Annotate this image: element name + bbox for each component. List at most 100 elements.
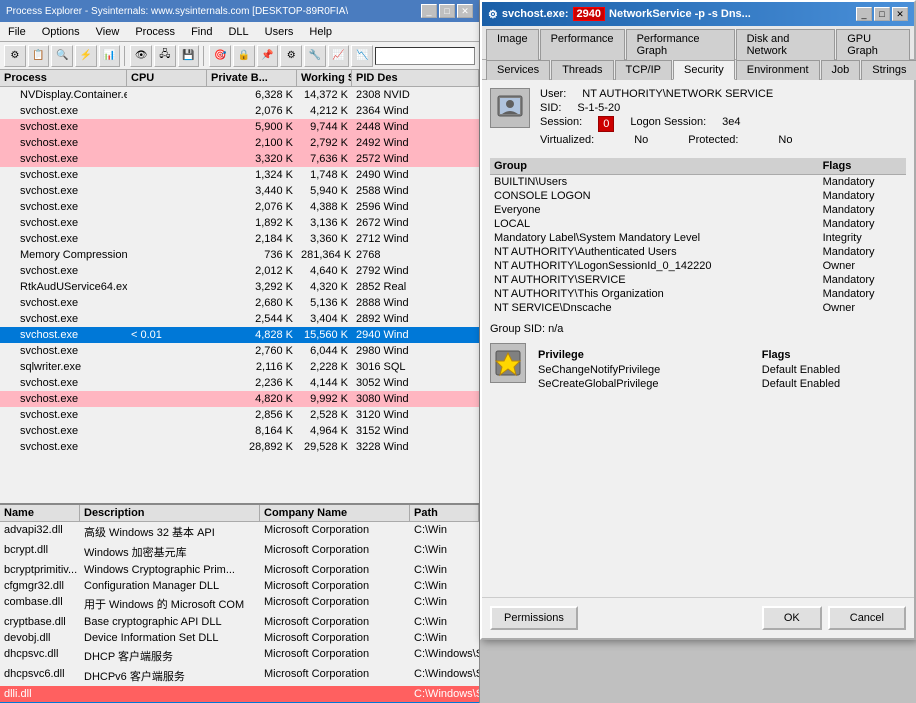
toolbar-btn-9[interactable]: 🎯 (209, 45, 231, 67)
toolbar-btn-3[interactable]: 🔍 (51, 45, 73, 67)
table-row[interactable]: svchost.exe 2,012 K 4,640 K 2792 Wind (0, 263, 479, 279)
dialog-close-btn[interactable]: ✕ (892, 7, 908, 21)
table-row[interactable]: svchost.exe 5,900 K 9,744 K 2448 Wind (0, 119, 479, 135)
process-private-cell: 2,184 K (207, 232, 297, 246)
list-item[interactable]: dlli.dll C:\Windows\System32\dlli.dll (0, 686, 479, 702)
list-item[interactable]: cfgmgr32.dll Configuration Manager DLL M… (0, 578, 479, 594)
menu-view[interactable]: View (92, 25, 124, 39)
list-item[interactable]: bcryptprimitiv... Windows Cryptographic … (0, 562, 479, 578)
maximize-btn[interactable]: □ (439, 4, 455, 18)
tab-threads[interactable]: Threads (551, 60, 613, 80)
group-name-cell: Everyone (490, 203, 819, 217)
table-row[interactable]: NVDisplay.Container.exe 6,328 K 14,372 K… (0, 87, 479, 103)
header-pid[interactable]: PID Des (352, 70, 479, 86)
table-row[interactable]: svchost.exe 4,820 K 9,992 K 3080 Wind (0, 391, 479, 407)
table-row[interactable]: Memory Compression 736 K 281,364 K 2768 (0, 247, 479, 263)
list-item[interactable]: cryptbase.dll Base cryptographic API DLL… (0, 614, 479, 630)
tab-performance-graph[interactable]: Performance Graph (626, 29, 735, 60)
toolbar-btn-14[interactable]: 📈 (328, 45, 350, 67)
process-working-cell: 7,636 K (297, 152, 352, 166)
menu-help[interactable]: Help (305, 25, 336, 39)
dll-col-company[interactable]: Company Name (260, 505, 410, 521)
toolbar-btn-15[interactable]: 📉 (351, 45, 373, 67)
table-row[interactable]: svchost.exe 2,076 K 4,212 K 2364 Wind (0, 103, 479, 119)
table-row[interactable]: svchost.exe 28,892 K 29,528 K 3228 Wind (0, 439, 479, 455)
menu-dll[interactable]: DLL (224, 25, 252, 39)
dll-path-cell: C:\Windows\System32\dhcpsvc6.dll (410, 647, 479, 665)
header-working[interactable]: Working Set (297, 70, 352, 86)
list-item[interactable]: devobj.dll Device Information Set DLL Mi… (0, 630, 479, 646)
dll-col-path[interactable]: Path (410, 505, 479, 521)
table-row[interactable]: sqlwriter.exe 2,116 K 2,228 K 3016 SQL (0, 359, 479, 375)
menu-users[interactable]: Users (261, 25, 298, 39)
tab-disk-network[interactable]: Disk and Network (736, 29, 836, 60)
cancel-button[interactable]: Cancel (828, 606, 906, 630)
group-row: Mandatory Label\System Mandatory Level I… (490, 231, 906, 245)
table-row[interactable]: RtkAudUService64.exe 3,292 K 4,320 K 285… (0, 279, 479, 295)
table-row[interactable]: svchost.exe 2,760 K 6,044 K 2980 Wind (0, 343, 479, 359)
dll-name-cell: devobj.dll (0, 631, 80, 645)
process-cpu-cell: < 0.01 (127, 328, 207, 342)
table-row[interactable]: svchost.exe 2,544 K 3,404 K 2892 Wind (0, 311, 479, 327)
toolbar-btn-7[interactable]: 🖧 (154, 45, 176, 67)
toolbar-btn-8[interactable]: 💾 (178, 45, 200, 67)
tab-tcpip[interactable]: TCP/IP (615, 60, 672, 80)
tab-performance[interactable]: Performance (540, 29, 625, 60)
toolbar-btn-4[interactable]: ⚡ (75, 45, 97, 67)
close-btn[interactable]: ✕ (457, 4, 473, 18)
list-item[interactable]: dhcpsvc.dll DHCP 客户端服务 Microsoft Corpora… (0, 646, 479, 666)
tab-job[interactable]: Job (821, 60, 861, 80)
toolbar-btn-10[interactable]: 🔒 (233, 45, 255, 67)
tab-services[interactable]: Services (486, 60, 550, 80)
menu-file[interactable]: File (4, 25, 30, 39)
toolbar-search-input[interactable] (375, 47, 475, 65)
process-name-cell: RtkAudUService64.exe (0, 280, 127, 294)
permissions-button[interactable]: Permissions (490, 606, 578, 630)
table-row[interactable]: svchost.exe 1,892 K 3,136 K 2672 Wind (0, 215, 479, 231)
tab-strings[interactable]: Strings (861, 60, 916, 80)
toolbar-btn-11[interactable]: 📌 (257, 45, 279, 67)
dialog-minimize-btn[interactable]: _ (856, 7, 872, 21)
toolbar-btn-6[interactable]: 👁 (130, 45, 152, 67)
ok-button[interactable]: OK (762, 606, 822, 630)
menu-options[interactable]: Options (38, 25, 84, 39)
toolbar-btn-2[interactable]: 📋 (28, 45, 50, 67)
menu-process[interactable]: Process (131, 25, 179, 39)
table-row[interactable]: svchost.exe 1,324 K 1,748 K 2490 Wind (0, 167, 479, 183)
table-row[interactable]: svchost.exe 2,680 K 5,136 K 2888 Wind (0, 295, 479, 311)
protected-value: No (778, 134, 792, 146)
table-row[interactable]: svchost.exe 2,076 K 4,388 K 2596 Wind (0, 199, 479, 215)
table-row[interactable]: svchost.exe < 0.01 4,828 K 15,560 K 2940… (0, 327, 479, 343)
list-item[interactable]: advapi32.dll 高级 Windows 32 基本 API Micros… (0, 522, 479, 542)
table-row[interactable]: svchost.exe 2,856 K 2,528 K 3120 Wind (0, 407, 479, 423)
table-row[interactable]: svchost.exe 2,184 K 3,360 K 2712 Wind (0, 231, 479, 247)
tab-security[interactable]: Security (673, 60, 735, 80)
list-item[interactable]: combase.dll 用于 Windows 的 Microsoft COM M… (0, 594, 479, 614)
dll-col-desc[interactable]: Description (80, 505, 260, 521)
dll-col-name[interactable]: Name (0, 505, 80, 521)
toolbar-btn-13[interactable]: 🔧 (304, 45, 326, 67)
dll-name-cell: dlli.dll (0, 687, 80, 701)
tab-environment[interactable]: Environment (736, 60, 820, 80)
minimize-btn[interactable]: _ (421, 4, 437, 18)
table-row[interactable]: svchost.exe 2,100 K 2,792 K 2492 Wind (0, 135, 479, 151)
logon-session-label: Logon Session: (630, 116, 706, 132)
tab-image[interactable]: Image (486, 29, 539, 60)
header-cpu[interactable]: CPU (127, 70, 207, 86)
table-row[interactable]: svchost.exe 2,236 K 4,144 K 3052 Wind (0, 375, 479, 391)
dialog-maximize-btn[interactable]: □ (874, 7, 890, 21)
dialog-title-text-suffix: NetworkService -p -s Dns... (609, 8, 751, 20)
table-row[interactable]: svchost.exe 8,164 K 4,964 K 3152 Wind (0, 423, 479, 439)
header-process[interactable]: Process (0, 70, 127, 86)
table-row[interactable]: svchost.exe 3,440 K 5,940 K 2588 Wind (0, 183, 479, 199)
process-pid-cell: 3228 Wind (352, 440, 479, 454)
header-private[interactable]: Private B... (207, 70, 297, 86)
table-row[interactable]: svchost.exe 3,320 K 7,636 K 2572 Wind (0, 151, 479, 167)
toolbar-btn-1[interactable]: ⚙ (4, 45, 26, 67)
tab-gpu-graph[interactable]: GPU Graph (836, 29, 910, 60)
menu-find[interactable]: Find (187, 25, 216, 39)
toolbar-btn-5[interactable]: 📊 (99, 45, 121, 67)
list-item[interactable]: bcrypt.dll Windows 加密基元库 Microsoft Corpo… (0, 542, 479, 562)
toolbar-btn-12[interactable]: ⚙ (280, 45, 302, 67)
list-item[interactable]: dhcpsvc6.dll DHCPv6 客户端服务 Microsoft Corp… (0, 666, 479, 686)
